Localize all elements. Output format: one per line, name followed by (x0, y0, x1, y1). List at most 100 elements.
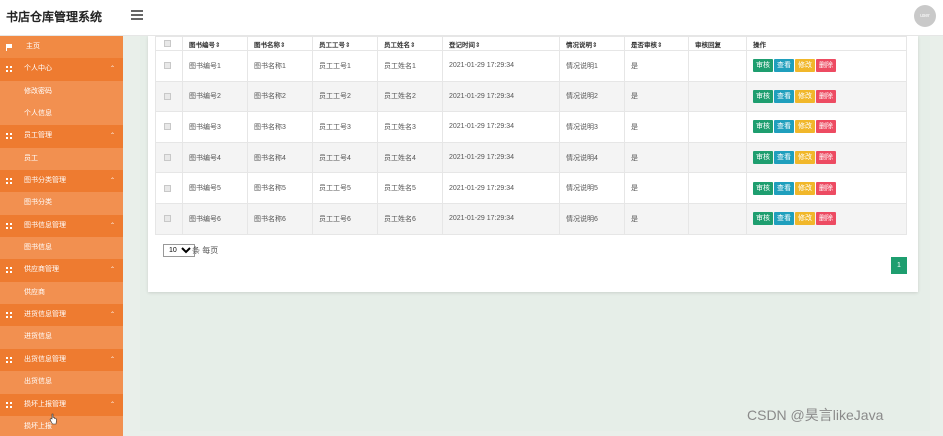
grid-icon (6, 267, 12, 274)
row-checkbox[interactable] (164, 62, 171, 70)
view-button[interactable]: 查看 (774, 120, 794, 134)
row-select[interactable] (155, 111, 183, 143)
col-book-no[interactable]: 图书编号⇕ (182, 36, 248, 51)
edit-button[interactable]: 修改 (795, 89, 815, 103)
cell-desc: 情况说明4 (559, 141, 625, 174)
chevron-up-icon: ⌃ (109, 356, 115, 363)
sidebar-item-employee[interactable]: 员工 (0, 147, 123, 171)
sidebar-group-supplier[interactable]: 供应商管理 ⌃ (0, 259, 123, 282)
sidebar-group-book-category[interactable]: 图书分类管理 ⌃ (0, 170, 123, 193)
row-select[interactable] (155, 202, 183, 235)
audit-button[interactable]: 审核 (753, 120, 773, 134)
edit-button[interactable]: 修改 (795, 120, 815, 134)
cell-book-no: 图书编号5 (182, 172, 248, 204)
sidebar-item-stock-out[interactable]: 出货信息 (0, 371, 123, 394)
col-audited[interactable]: 是否审核⇕ (624, 36, 689, 51)
edit-button[interactable]: 修改 (795, 212, 815, 226)
row-checkbox[interactable] (164, 184, 171, 192)
sidebar-item-change-password[interactable]: 修改密码 (0, 80, 123, 104)
delete-button[interactable]: 删除 (816, 151, 836, 165)
view-button[interactable]: 查看 (774, 212, 794, 226)
cell-desc: 情况说明5 (559, 172, 625, 204)
view-button[interactable]: 查看 (774, 89, 794, 103)
delete-button[interactable]: 删除 (816, 89, 836, 103)
chevron-up-icon: ⌃ (109, 178, 115, 185)
select-all-checkbox[interactable] (164, 39, 171, 47)
sidebar-item-damage-report[interactable]: 损坏上报 (0, 415, 123, 436)
cell-reply (688, 111, 747, 143)
sidebar-item-label: 出货信息 (24, 378, 52, 386)
sidebar-group-employees[interactable]: 员工管理 ⌃ (0, 125, 123, 148)
edit-button[interactable]: 修改 (795, 59, 815, 73)
chevron-up-icon: ⌃ (109, 133, 115, 140)
audit-button[interactable]: 审核 (753, 151, 773, 165)
sidebar-group-book-info[interactable]: 图书信息管理 ⌃ (0, 214, 123, 238)
row-checkbox[interactable] (164, 123, 171, 131)
cell-time: 2021-01-29 17:29:34 (442, 202, 560, 235)
delete-button[interactable]: 删除 (816, 59, 836, 73)
cell-emp-no: 员工工号5 (312, 172, 378, 204)
edit-button[interactable]: 修改 (795, 181, 815, 195)
sidebar-item-stock-in[interactable]: 进货信息 (0, 326, 123, 349)
sidebar-group-damage-report[interactable]: 损坏上报管理 ⌃ (0, 393, 123, 416)
sidebar-group-stock-in[interactable]: 进货信息管理 ⌃ (0, 304, 123, 327)
audit-button[interactable]: 审核 (753, 59, 773, 73)
sidebar-item-label: 损坏上报 (24, 422, 52, 430)
row-select[interactable] (155, 80, 183, 113)
grid-icon (6, 178, 12, 185)
app-title: 书店仓库管理系统 (6, 10, 103, 24)
menu-toggle-icon[interactable] (131, 10, 143, 20)
sidebar-item-label: 员工管理 (24, 132, 52, 140)
chevron-up-icon: ⌃ (109, 222, 115, 229)
avatar[interactable]: user (914, 5, 936, 27)
cell-emp-no: 员工工号3 (312, 111, 378, 143)
col-desc[interactable]: 情况说明⇕ (559, 36, 625, 51)
audit-button[interactable]: 审核 (753, 181, 773, 195)
view-button[interactable]: 查看 (774, 59, 794, 73)
row-checkbox[interactable] (164, 153, 171, 161)
row-checkbox[interactable] (164, 92, 171, 100)
cell-time: 2021-01-29 17:29:34 (442, 80, 560, 113)
sidebar-item-label: 员工 (24, 154, 38, 162)
table-row: 图书编号1 图书名称1 员工工号1 员工姓名1 2021-01-29 17:29… (155, 50, 907, 82)
col-emp-name[interactable]: 员工姓名⇕ (377, 36, 443, 51)
audit-button[interactable]: 审核 (753, 212, 773, 226)
damage-report-table: 图书编号⇕ 图书名称⇕ 员工工号⇕ 员工姓名⇕ 登记时间⇕ 情况说明⇕ 是否审核… (155, 36, 907, 235)
grid-icon (6, 312, 12, 319)
delete-button[interactable]: 删除 (816, 120, 836, 134)
select-all-header[interactable] (155, 36, 183, 51)
chevron-up-icon: ⌃ (109, 267, 115, 274)
sidebar-item-home[interactable]: 主页 (0, 36, 123, 59)
row-select[interactable] (155, 172, 183, 204)
sidebar-item-label: 进货信息管理 (24, 311, 66, 319)
view-button[interactable]: 查看 (774, 181, 794, 195)
row-select[interactable] (155, 141, 183, 174)
col-emp-no[interactable]: 员工工号⇕ (312, 36, 378, 51)
row-checkbox[interactable] (164, 215, 171, 223)
delete-button[interactable]: 删除 (816, 181, 836, 195)
delete-button[interactable]: 删除 (816, 212, 836, 226)
cell-book-name: 图书名称4 (247, 141, 313, 174)
sidebar-item-supplier[interactable]: 供应商 (0, 281, 123, 305)
page-size-select[interactable]: 10 (163, 244, 195, 257)
sidebar-item-book-info[interactable]: 图书信息 (0, 237, 123, 260)
page-button-current[interactable]: 1 (891, 257, 907, 274)
audit-button[interactable]: 审核 (753, 89, 773, 103)
col-time[interactable]: 登记时间⇕ (442, 36, 560, 51)
chevron-up-icon: ⌃ (109, 66, 115, 73)
row-select[interactable] (155, 50, 183, 82)
sidebar-group-stock-out[interactable]: 出货信息管理 ⌃ (0, 348, 123, 372)
edit-button[interactable]: 修改 (795, 151, 815, 165)
sidebar-item-label: 个人中心 (24, 65, 52, 73)
sidebar-item-profile[interactable]: 个人信息 (0, 103, 123, 126)
view-button[interactable]: 查看 (774, 151, 794, 165)
sidebar-group-personal[interactable]: 个人中心 ⌃ (0, 58, 123, 81)
cell-emp-name: 员工姓名1 (377, 50, 443, 82)
sidebar-item-book-category[interactable]: 图书分类 (0, 192, 123, 215)
table-row: 图书编号6 图书名称6 员工工号6 员工姓名6 2021-01-29 17:29… (155, 202, 907, 235)
cell-emp-no: 员工工号6 (312, 202, 378, 235)
sidebar-item-label: 供应商管理 (24, 266, 59, 274)
col-book-name[interactable]: 图书名称⇕ (247, 36, 313, 51)
cell-reply (688, 80, 747, 113)
sidebar-item-label: 出货信息管理 (24, 355, 66, 363)
